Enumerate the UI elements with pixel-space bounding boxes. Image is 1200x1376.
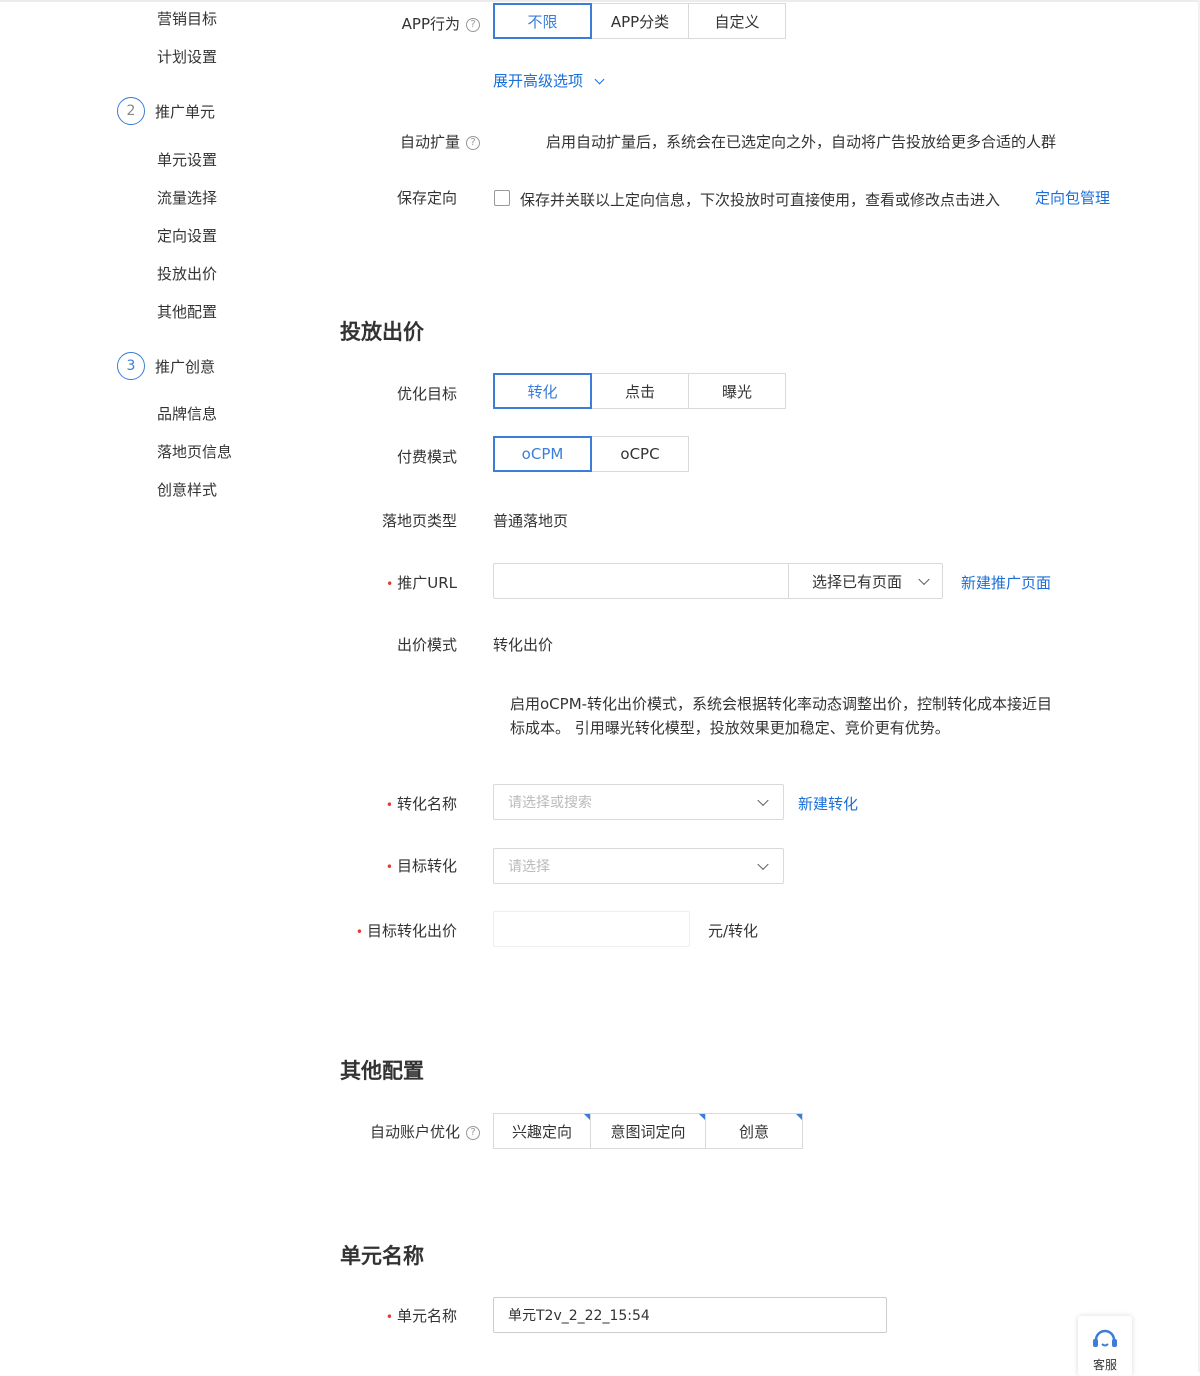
link-text: 展开高级选项 — [493, 72, 584, 90]
promo-url-input[interactable] — [493, 563, 789, 599]
new-promo-page-link[interactable]: 新建推广页面 — [961, 572, 1051, 593]
label-text: 自动账户优化 — [369, 1123, 460, 1141]
optimization-goal-selector: 转化 点击 曝光 — [493, 373, 786, 409]
chevron-down-icon — [918, 573, 930, 586]
chevron-down-icon — [594, 74, 605, 85]
required-mark: • — [385, 798, 393, 812]
auto-account-opt-label: 自动账户优化? — [370, 1121, 480, 1142]
bid-mode-description: 启用oCPM-转化出价模式，系统会根据转化率动态调整出价，控制转化成本接近目 标… — [510, 692, 1090, 740]
required-mark: • — [385, 860, 393, 874]
chevron-down-icon — [757, 794, 769, 807]
nav-item-landing-info[interactable]: 落地页信息 — [157, 441, 232, 462]
step-label: 推广单元 — [155, 102, 216, 121]
section-title-bidding: 投放出价 — [340, 320, 424, 344]
customer-service-button[interactable]: 客服 — [1078, 1316, 1132, 1376]
nav-item-creative-style[interactable]: 创意样式 — [157, 479, 217, 500]
step-number-3: 3 — [117, 352, 145, 380]
label-text: 单元名称 — [396, 1307, 457, 1325]
option-unlimited[interactable]: 不限 — [493, 3, 592, 39]
auto-account-opt-selector: 兴趣定向 意图词定向 创意 — [493, 1113, 803, 1149]
option-text: 创意 — [738, 1122, 769, 1141]
corner-marker-icon — [796, 1114, 802, 1120]
option-app-category[interactable]: APP分类 — [591, 3, 689, 39]
option-custom[interactable]: 自定义 — [688, 3, 786, 39]
help-icon[interactable]: ? — [466, 17, 480, 32]
nav-item-brand-info[interactable]: 品牌信息 — [157, 403, 217, 424]
save-targeting-label: 保存定向 — [396, 189, 457, 207]
label-text: 推广URL — [397, 574, 457, 592]
required-mark: • — [386, 577, 394, 591]
select-placeholder: 请选择或搜索 — [508, 795, 592, 811]
label-text: 转化名称 — [396, 795, 457, 813]
promo-url-label: • 推广URL — [386, 572, 457, 593]
bid-mode-value: 转化出价 — [493, 636, 554, 654]
landing-type-value: 普通落地页 — [493, 512, 569, 530]
step-label: 推广创意 — [155, 357, 216, 376]
app-behavior-selector: 不限 APP分类 自定义 — [493, 3, 786, 39]
option-conversion[interactable]: 转化 — [493, 373, 592, 409]
required-mark: • — [355, 925, 363, 939]
nav-item-plan-settings[interactable]: 计划设置 — [157, 46, 217, 67]
pay-mode-selector: oCPM oCPC — [493, 436, 689, 472]
optimization-goal-label: 优化目标 — [396, 385, 457, 403]
section-title-unit-name: 单元名称 — [340, 1244, 424, 1268]
nav-item-other-config[interactable]: 其他配置 — [157, 301, 217, 322]
target-bid-input[interactable] — [493, 911, 690, 947]
customer-service-label: 客服 — [1092, 1358, 1117, 1372]
help-icon[interactable]: ? — [466, 135, 480, 150]
chevron-down-icon — [757, 858, 769, 871]
option-intent-keyword-targeting[interactable]: 意图词定向 — [590, 1113, 706, 1149]
conversion-name-select[interactable]: 请选择或搜索 — [493, 784, 784, 820]
option-ocpc[interactable]: oCPC — [591, 436, 689, 472]
headset-icon — [1093, 1329, 1117, 1347]
unit-name-label: • 单元名称 — [386, 1305, 457, 1326]
nav-item-marketing-goal[interactable]: 营销目标 — [157, 8, 217, 29]
select-existing-page-dropdown[interactable]: 选择已有页面 — [788, 563, 943, 599]
section-title-other-config: 其他配置 — [340, 1059, 424, 1083]
nav-item-targeting[interactable]: 定向设置 — [157, 225, 217, 246]
help-icon[interactable]: ? — [466, 1125, 480, 1140]
targeting-package-link[interactable]: 定向包管理 — [1035, 187, 1110, 208]
target-conversion-label: • 目标转化 — [386, 855, 457, 876]
label-text: 自动扩量 — [399, 133, 460, 151]
label-text: 目标转化 — [396, 857, 457, 875]
select-placeholder: 请选择 — [508, 859, 550, 875]
auto-expand-label: 自动扩量? — [400, 131, 480, 152]
label-text: APP行为 — [401, 15, 460, 33]
app-behavior-label: APP行为? — [402, 13, 480, 34]
nav-item-bidding[interactable]: 投放出价 — [157, 263, 217, 284]
save-targeting-checkbox[interactable] — [494, 190, 510, 206]
option-text: 意图词定向 — [610, 1122, 686, 1141]
new-conversion-link[interactable]: 新建转化 — [798, 793, 858, 814]
nav-item-traffic[interactable]: 流量选择 — [157, 187, 217, 208]
option-ocpm[interactable]: oCPM — [493, 436, 592, 472]
label-text: 目标转化出价 — [366, 922, 457, 940]
desc-line-1: 启用oCPM-转化出价模式，系统会根据转化率动态调整出价，控制转化成本接近目 — [510, 695, 1053, 713]
option-click[interactable]: 点击 — [591, 373, 689, 409]
target-bid-unit: 元/转化 — [708, 922, 759, 940]
conversion-name-label: • 转化名称 — [386, 793, 457, 814]
dropdown-text: 选择已有页面 — [812, 572, 903, 591]
bid-mode-label: 出价模式 — [396, 636, 457, 654]
unit-name-input[interactable]: 单元T2v_2_22_15:54 — [493, 1297, 887, 1333]
landing-type-label: 落地页类型 — [381, 512, 457, 530]
save-targeting-text: 保存并关联以上定向信息，下次投放时可直接使用，查看或修改点击进入 — [520, 191, 1001, 209]
target-conversion-select[interactable]: 请选择 — [493, 848, 784, 884]
required-mark: • — [385, 1310, 393, 1324]
nav-item-unit-settings[interactable]: 单元设置 — [157, 149, 217, 170]
expand-advanced-link[interactable]: 展开高级选项 — [493, 70, 605, 91]
step-number-2: 2 — [117, 97, 145, 125]
option-interest-targeting[interactable]: 兴趣定向 — [493, 1113, 591, 1149]
pay-mode-label: 付费模式 — [396, 448, 457, 466]
step-promo-creative[interactable]: 3 推广创意 — [117, 352, 215, 380]
option-text: 兴趣定向 — [511, 1122, 572, 1141]
desc-line-2: 标成本。 引用曝光转化模型，投放效果更加稳定、竞价更有优势。 — [510, 719, 950, 737]
step-promo-unit[interactable]: 2 推广单元 — [117, 97, 215, 125]
option-impression[interactable]: 曝光 — [688, 373, 786, 409]
auto-expand-description: 启用自动扩量后，系统会在已选定向之外，自动将广告投放给更多合适的人群 — [546, 133, 1057, 151]
top-divider — [0, 0, 1200, 2]
option-creative[interactable]: 创意 — [705, 1113, 803, 1149]
target-bid-label: • 目标转化出价 — [356, 920, 457, 941]
